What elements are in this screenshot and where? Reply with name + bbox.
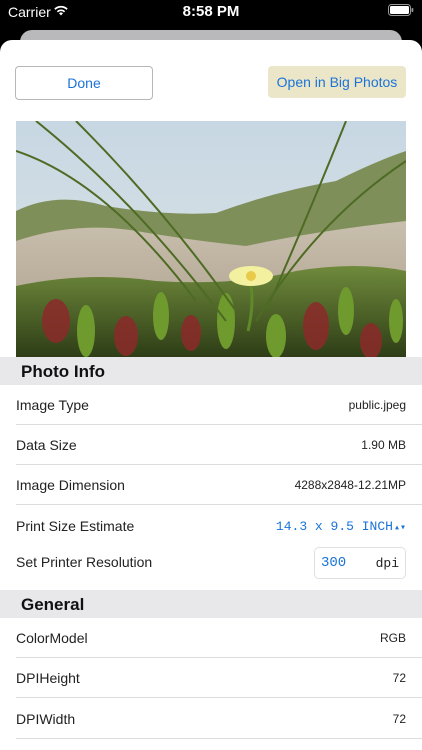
row-label: Image Dimension <box>16 477 125 493</box>
status-bar: Carrier 8:58 PM <box>0 0 422 32</box>
info-row-dpi-width: DPIWidth 72 <box>16 699 422 739</box>
section-title: General <box>21 595 85 614</box>
row-label: Data Size <box>16 437 77 453</box>
row-label: DPIHeight <box>16 670 80 686</box>
row-label: Image Type <box>16 397 89 413</box>
divider <box>16 697 422 698</box>
row-label: Print Size Estimate <box>16 518 135 534</box>
section-title: Photo Info <box>21 362 106 381</box>
info-row-data-size: Data Size 1.90 MB <box>16 425 422 465</box>
print-size-picker[interactable]: 14.3 x 9.5 INCH▴▾ <box>276 519 406 534</box>
printer-resolution-input[interactable] <box>321 555 371 571</box>
row-label: Set Printer Resolution <box>16 554 153 570</box>
printer-resolution-field: dpi <box>314 547 406 579</box>
chevron-up-down-icon: ▴▾ <box>393 523 406 534</box>
print-size-value: 14.3 x 9.5 INCH <box>275 519 393 534</box>
battery-icon <box>388 4 414 16</box>
info-row-dpi-height: DPIHeight 72 <box>16 658 422 698</box>
row-value: 72 <box>392 712 406 726</box>
row-value: 1.90 MB <box>361 438 406 452</box>
resolution-unit: dpi <box>375 556 399 571</box>
general-header: General <box>0 590 422 618</box>
row-label: DPIWidth <box>16 711 76 727</box>
row-value: public.jpeg <box>348 398 406 412</box>
row-label: ColorModel <box>16 630 88 646</box>
info-row-print-size: Print Size Estimate 14.3 x 9.5 INCH▴▾ <box>16 506 406 546</box>
divider <box>16 738 422 739</box>
info-row-color-model: ColorModel RGB <box>16 618 422 658</box>
row-value: 4288x2848-12.21MP <box>294 478 406 492</box>
photo-info-header: Photo Info <box>0 357 422 385</box>
info-row-image-dimension: Image Dimension 4288x2848-12.21MP <box>16 465 422 505</box>
divider <box>16 504 422 505</box>
info-row-printer-resolution: Set Printer Resolution dpi <box>16 542 406 582</box>
photo-info-sheet: Done Open in Big Photos Photo Info Image… <box>0 40 422 750</box>
photo-image <box>16 121 406 357</box>
photo-preview <box>16 121 406 357</box>
row-value: 72 <box>392 671 406 685</box>
clock: 8:58 PM <box>182 3 240 20</box>
row-value: RGB <box>379 631 406 645</box>
done-button[interactable]: Done <box>15 66 153 100</box>
open-in-big-photos-button[interactable]: Open in Big Photos <box>268 66 406 98</box>
info-row-image-type: Image Type public.jpeg <box>16 385 422 425</box>
